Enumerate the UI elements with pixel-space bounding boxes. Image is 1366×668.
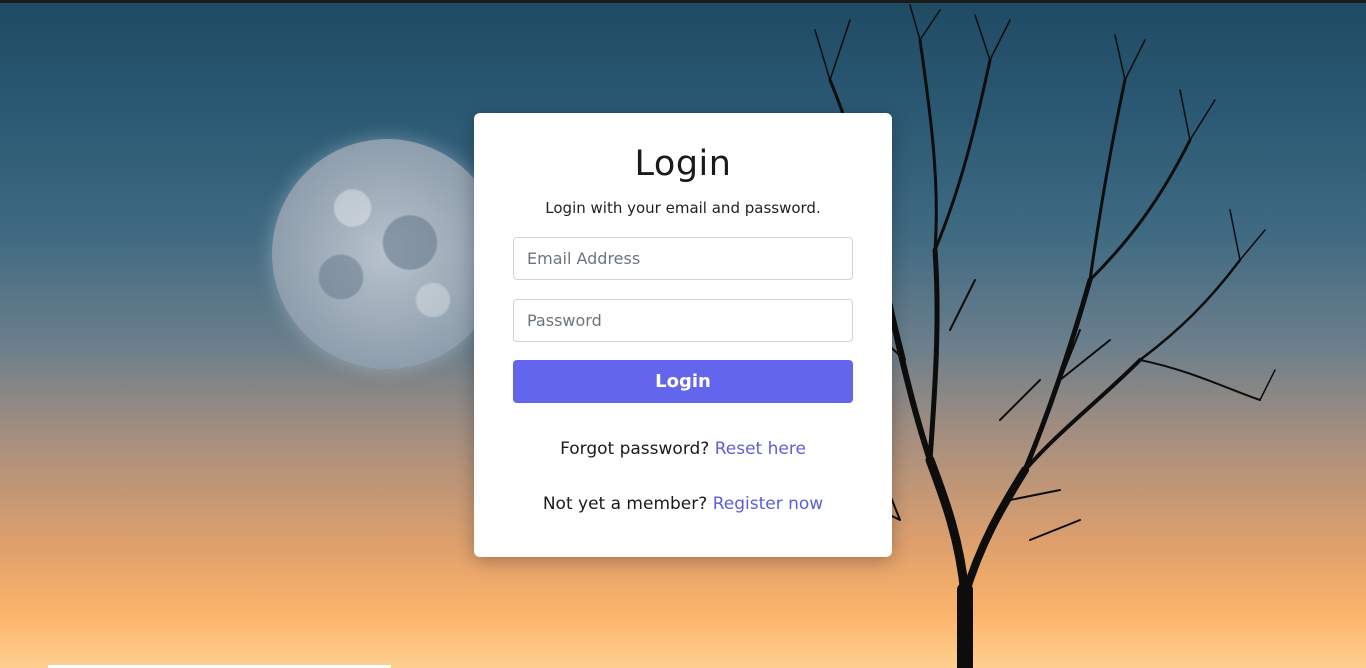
moon-image [272,139,502,369]
register-row: Not yet a member? Register now [474,494,892,514]
register-text: Not yet a member? [542,494,708,514]
login-button[interactable]: Login [513,360,853,403]
forgot-password-row: Forgot password? Reset here [474,439,892,459]
login-subtitle: Login with your email and password. [545,199,821,217]
email-field[interactable] [513,237,853,280]
login-title: Login [634,144,732,184]
background-scene: Login Login with your email and password… [0,0,1366,668]
register-link[interactable]: Register now [713,494,823,514]
login-card: Login Login with your email and password… [474,113,892,557]
reset-link[interactable]: Reset here [715,439,806,459]
forgot-password-text: Forgot password? [560,439,710,459]
password-field[interactable] [513,299,853,342]
